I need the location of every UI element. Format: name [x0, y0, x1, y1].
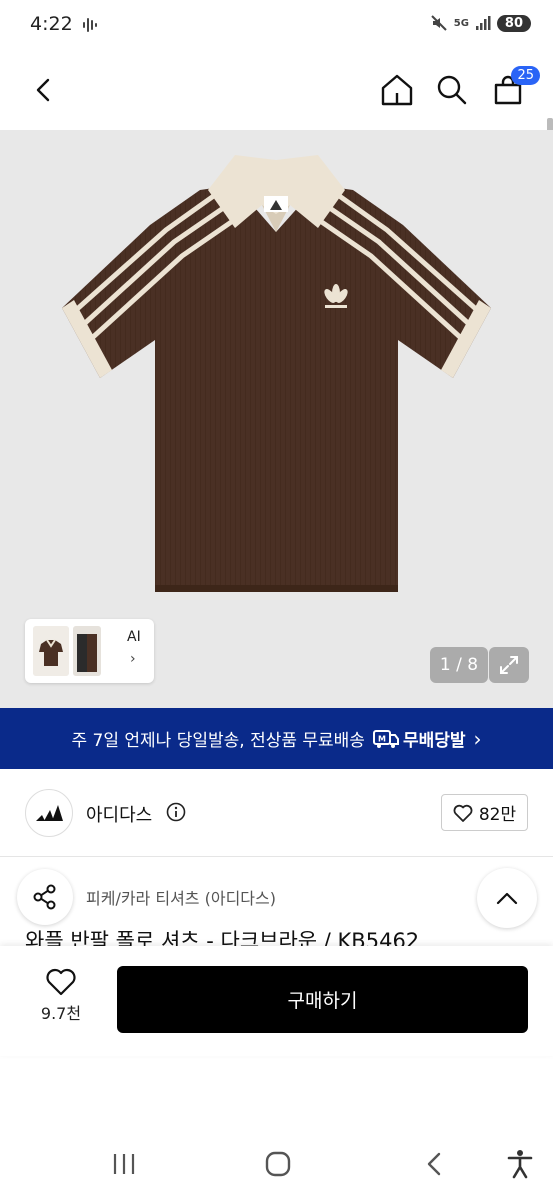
system-navigation-bar — [0, 1130, 553, 1200]
status-time: 4:22 — [30, 13, 73, 35]
recents-button[interactable] — [108, 1148, 140, 1180]
search-icon — [437, 75, 467, 105]
heart-icon — [46, 968, 76, 996]
brand-like-button[interactable]: 82만 — [441, 794, 528, 831]
wishlist-button[interactable]: 9.7천 — [30, 968, 92, 1032]
image-page-counter: 1 / 8 — [430, 647, 488, 683]
scroll-to-top-button[interactable] — [477, 868, 537, 928]
expand-image-button[interactable] — [489, 647, 529, 683]
back-icon — [36, 78, 50, 102]
brand-like-count: 82만 — [478, 805, 517, 825]
product-image-gallery[interactable]: AI › 1 / 8 — [0, 130, 553, 708]
ai-label: AI — [127, 629, 141, 645]
mute-icon — [431, 15, 447, 31]
svg-text:M: M — [378, 734, 386, 743]
back-nav-icon — [427, 1152, 441, 1176]
expand-icon — [500, 656, 518, 674]
home-button[interactable] — [377, 70, 417, 110]
back-nav-button[interactable] — [420, 1148, 448, 1180]
voice-wave-icon — [83, 18, 97, 32]
free-shipping-banner[interactable]: 주 7일 언제나 당일발송, 전상품 무료배송 M 무배당발 › — [0, 708, 553, 769]
top-nav: 25 — [0, 52, 553, 162]
info-icon[interactable] — [166, 802, 186, 822]
brand-row: 아디다스 82만 — [0, 769, 553, 857]
network-label: 5G — [453, 17, 469, 29]
banner-logo: M 무배당발 — [372, 726, 466, 751]
purchase-bar: 9.7천 구매하기 — [0, 946, 553, 1056]
home-icon — [381, 74, 413, 106]
accessibility-icon — [507, 1150, 533, 1179]
status-icons: 5G 80 — [430, 14, 531, 32]
chevron-up-icon — [496, 892, 518, 905]
signal-icon — [475, 16, 491, 30]
product-category-link[interactable]: 피케/카라 티셔츠 (아디다스) — [86, 885, 276, 909]
home-nav-button[interactable] — [262, 1148, 294, 1180]
home-nav-icon — [265, 1151, 291, 1177]
share-icon — [33, 884, 56, 910]
wishlist-count: 9.7천 — [40, 1004, 82, 1023]
back-button[interactable] — [24, 70, 64, 110]
banner-arrow-icon: › — [473, 726, 482, 751]
delivery-truck-icon: M — [372, 729, 399, 748]
search-button[interactable] — [432, 70, 472, 110]
chevron-right-icon: › — [130, 651, 136, 667]
status-bar: 4:22 5G 80 — [0, 0, 553, 52]
cart-count-badge: 25 — [511, 66, 540, 85]
thumbnail-image — [33, 626, 69, 676]
cart-button[interactable]: 25 — [488, 66, 540, 110]
brand-name-link[interactable]: 아디다스 — [86, 801, 152, 827]
share-button[interactable] — [17, 869, 73, 925]
brand-logo-button[interactable] — [25, 789, 73, 837]
buy-button[interactable]: 구매하기 — [117, 966, 528, 1033]
banner-text: 주 7일 언제나 당일발송, 전상품 무료배송 — [71, 731, 365, 751]
thumbnail-image-2 — [73, 626, 101, 676]
banner-logo-text: 무배당발 — [402, 731, 466, 751]
battery-badge: 80 — [496, 14, 531, 32]
product-info: 피케/카라 티셔츠 (아디다스) 와플 반팔 폴로 셔츠 - 다크브라운 / K… — [0, 857, 553, 953]
ai-thumbnail-button[interactable]: AI › — [25, 619, 154, 683]
recents-icon — [113, 1154, 135, 1174]
accessibility-button[interactable] — [506, 1148, 534, 1180]
adidas-logo — [36, 805, 63, 821]
heart-icon — [453, 804, 473, 822]
